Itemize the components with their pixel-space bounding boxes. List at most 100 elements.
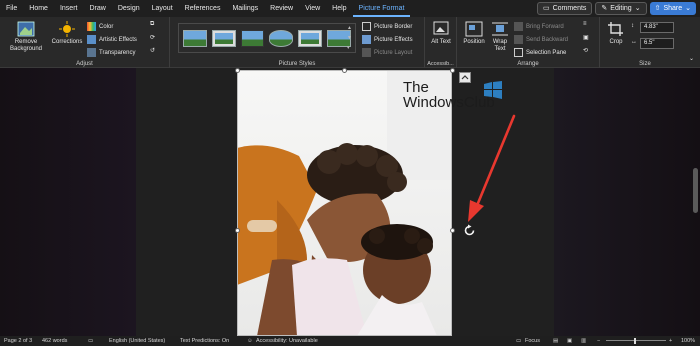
tab-references[interactable]: References: [179, 0, 227, 17]
position-button[interactable]: Position: [460, 21, 488, 46]
picture-border-label: Picture Border: [374, 23, 413, 30]
alt-text-icon: [433, 21, 449, 35]
resize-handle-left[interactable]: [234, 228, 240, 233]
menu-bar: File Home Insert Draw Design Layout Refe…: [0, 0, 700, 17]
style-thumbnail[interactable]: [298, 29, 323, 47]
artistic-effects-button[interactable]: Artistic Effects: [87, 35, 137, 44]
bring-forward-button[interactable]: Bring Forward: [514, 22, 564, 31]
comments-label: Comments: [552, 5, 587, 12]
print-layout-icon[interactable]: ▣: [567, 338, 572, 344]
proofing-icon[interactable]: ▭: [88, 338, 93, 344]
wrap-text-button[interactable]: Wrap Text: [488, 21, 512, 53]
chevron-down-icon: ⌄: [685, 5, 691, 12]
bring-forward-icon: [514, 22, 523, 31]
remove-background-icon: [17, 21, 35, 37]
editing-button[interactable]: ✎ Editing ⌄: [595, 2, 647, 15]
compress-pictures-icon[interactable]: ⧉: [150, 21, 154, 28]
accessibility-status[interactable]: Accessibility: Unavailable: [256, 338, 318, 344]
style-thumbnail[interactable]: [240, 29, 265, 47]
collapse-ribbon-icon[interactable]: ⌄: [689, 55, 694, 62]
height-icon: ↕: [631, 23, 634, 29]
more-icon[interactable]: ▾: [347, 45, 353, 51]
selection-pane-button[interactable]: Selection Pane: [514, 48, 566, 57]
zoom-out-icon[interactable]: −: [597, 338, 600, 344]
arrange-group: Position Wrap Text Bring Forward Send Ba…: [457, 17, 600, 68]
read-mode-icon[interactable]: ▤: [553, 338, 558, 344]
rotate-handle-icon[interactable]: [463, 224, 476, 237]
style-thumbnail[interactable]: [269, 29, 294, 47]
comments-button[interactable]: ▭ Comments: [536, 2, 593, 15]
remove-background-button[interactable]: Remove Background: [6, 21, 46, 53]
tab-home[interactable]: Home: [23, 0, 54, 17]
align-icon[interactable]: ≡: [583, 21, 587, 27]
gallery-scroll[interactable]: ▲ ▼ ▾: [347, 25, 353, 51]
selection-pane-label: Selection Pane: [526, 49, 567, 56]
style-thumbnail[interactable]: [183, 29, 207, 47]
focus-button[interactable]: Focus: [525, 338, 540, 344]
right-margin: [554, 68, 700, 336]
watermark-logo: The WindowsClub: [403, 80, 495, 110]
picture-layout-button[interactable]: Picture Layout: [362, 48, 412, 57]
focus-icon: ▭: [516, 338, 522, 344]
menu-actions: ▭ Comments ✎ Editing ⌄ ⇧ Share ⌄: [536, 2, 696, 15]
artistic-effects-icon: [87, 35, 96, 44]
chevron-up-icon[interactable]: ▲: [347, 25, 353, 31]
tab-draw[interactable]: Draw: [83, 0, 111, 17]
tab-mailings[interactable]: Mailings: [226, 0, 264, 17]
zoom-level[interactable]: 100%: [681, 338, 695, 344]
web-layout-icon[interactable]: ▥: [581, 338, 586, 344]
tab-file[interactable]: File: [0, 0, 23, 17]
tab-picture-format[interactable]: Picture Format: [352, 0, 411, 17]
picture-styles-group-label: Picture Styles: [278, 61, 316, 67]
picture-border-button[interactable]: Picture Border: [362, 22, 412, 31]
page-indicator[interactable]: Page 2 of 3: [4, 338, 32, 344]
chevron-down-icon[interactable]: ▼: [347, 35, 353, 41]
arrange-group-label: Arrange: [517, 61, 539, 67]
zoom-slider[interactable]: [606, 340, 666, 341]
style-thumbnail[interactable]: [211, 29, 236, 47]
wrap-text-icon: [492, 22, 508, 36]
height-field[interactable]: 4.83": [640, 22, 674, 33]
rotate-icon[interactable]: ⟲: [583, 47, 588, 54]
effects-icon: [362, 35, 371, 44]
pencil-icon: ✎: [601, 5, 608, 12]
watermark-line-2: WindowsClub: [403, 94, 495, 111]
color-label: Color: [99, 23, 114, 30]
word-count[interactable]: 462 words: [42, 338, 67, 344]
tab-layout[interactable]: Layout: [146, 0, 179, 17]
document-area: The WindowsClub: [0, 67, 700, 336]
alt-text-button[interactable]: Alt Text: [429, 21, 453, 46]
accessibility-group: Alt Text Accessib...: [425, 17, 457, 68]
vertical-scrollbar[interactable]: [693, 168, 698, 213]
group-icon[interactable]: ▣: [583, 34, 589, 41]
text-predictions[interactable]: Text Predictions: On: [180, 338, 229, 344]
transparency-button[interactable]: Transparency: [87, 48, 135, 57]
zoom-in-icon[interactable]: +: [669, 338, 672, 344]
corrections-button[interactable]: Corrections: [50, 21, 84, 46]
change-picture-icon[interactable]: ⟳: [150, 34, 155, 41]
reset-picture-icon[interactable]: ↺: [150, 47, 155, 54]
selection-pane-icon: [514, 48, 523, 57]
transparency-icon: [87, 48, 96, 57]
editing-label: Editing: [610, 5, 632, 12]
zoom-slider-thumb[interactable]: [634, 338, 636, 344]
tab-design[interactable]: Design: [112, 0, 146, 17]
crop-icon: [608, 22, 623, 36]
adjust-group: Remove Background Corrections Color Arti…: [0, 17, 170, 68]
share-button[interactable]: ⇧ Share ⌄: [649, 2, 696, 15]
tab-insert[interactable]: Insert: [54, 0, 84, 17]
picture-effects-button[interactable]: Picture Effects: [362, 35, 413, 44]
resize-handle-top-right[interactable]: [449, 67, 455, 73]
send-backward-button[interactable]: Send Backward: [514, 35, 568, 44]
alt-text-label: Alt Text: [431, 39, 451, 45]
color-button[interactable]: Color: [87, 22, 113, 31]
tab-review[interactable]: Review: [264, 0, 299, 17]
width-field[interactable]: 6.5": [640, 38, 674, 49]
language-indicator[interactable]: English (United States): [109, 338, 165, 344]
tab-view[interactable]: View: [299, 0, 326, 17]
tab-help[interactable]: Help: [326, 0, 352, 17]
resize-handle-top[interactable]: [342, 67, 347, 73]
resize-handle-top-left[interactable]: [234, 67, 240, 73]
crop-button[interactable]: Crop: [606, 21, 626, 46]
resize-handle-right[interactable]: [449, 228, 455, 233]
